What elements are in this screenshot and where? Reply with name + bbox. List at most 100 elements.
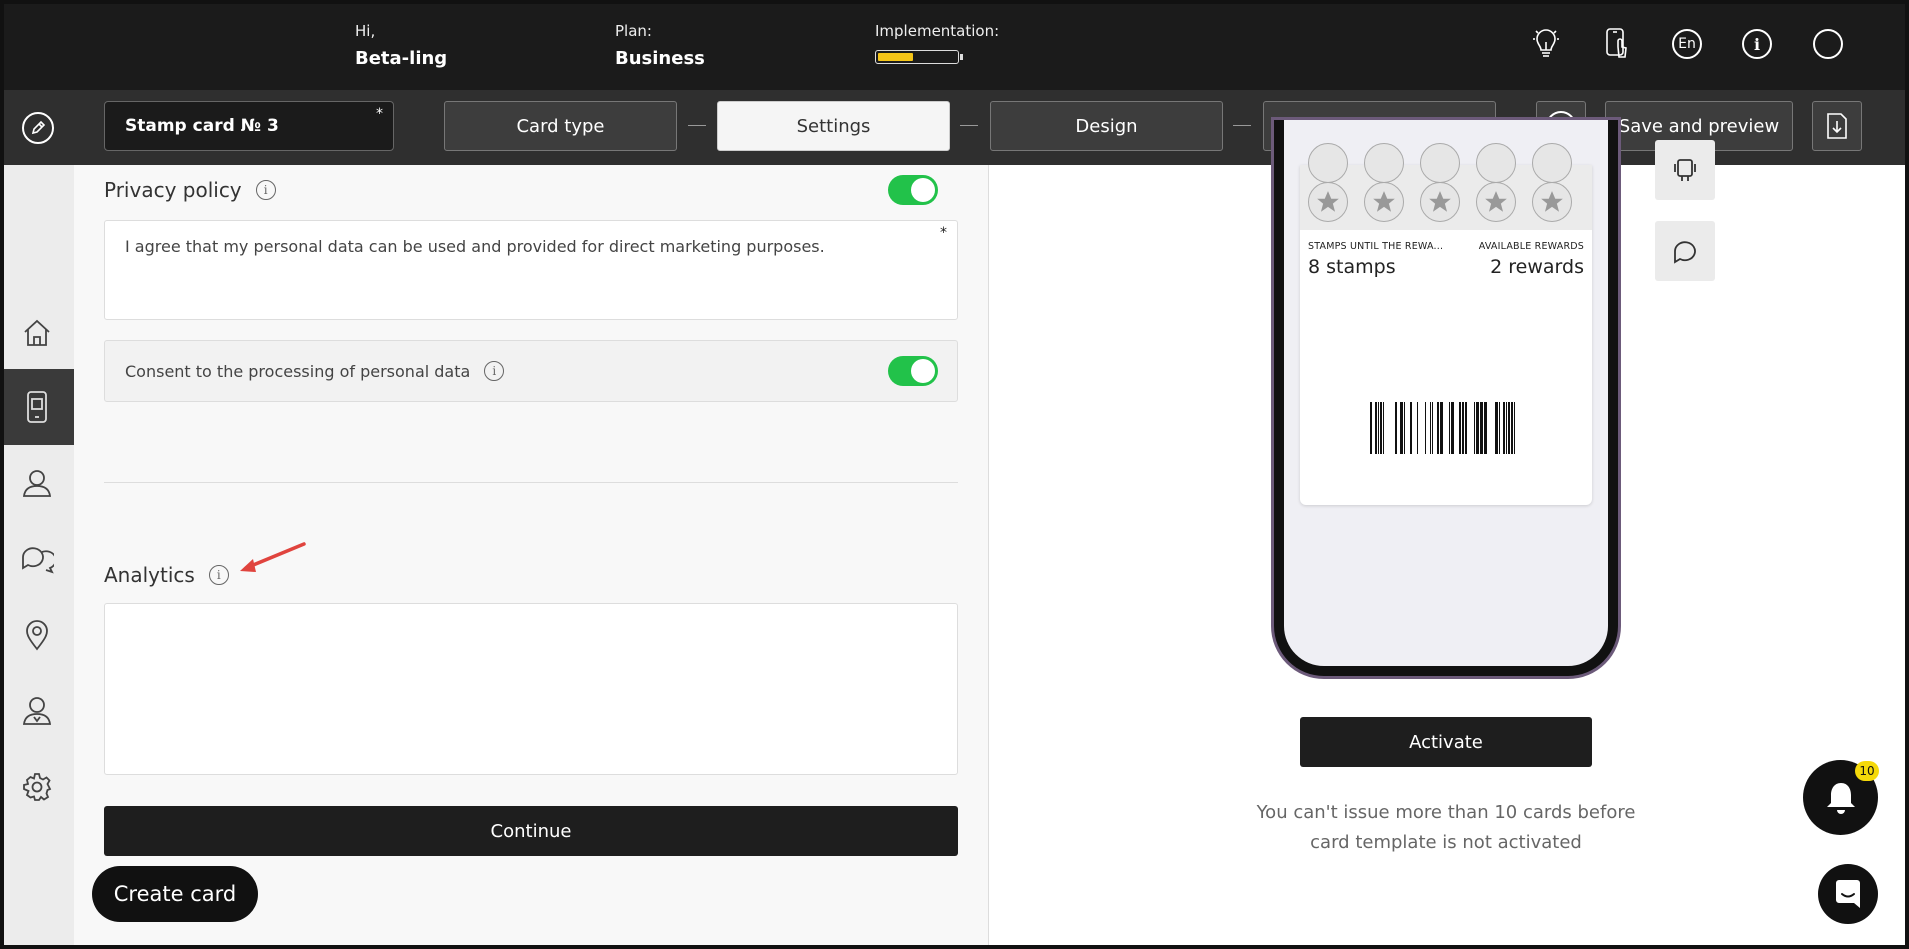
gear-icon xyxy=(23,773,52,801)
star-stamp-icon xyxy=(1532,182,1572,222)
barcode-bar xyxy=(1410,402,1412,454)
barcode-bar xyxy=(1514,402,1515,454)
step-card-type[interactable]: Card type xyxy=(444,101,677,151)
info-icon[interactable]: i xyxy=(255,180,276,200)
download-icon xyxy=(1827,113,1847,139)
mobile-card-icon xyxy=(27,391,47,423)
create-card-button[interactable]: Create card xyxy=(92,866,258,922)
profile-button[interactable] xyxy=(1812,28,1844,60)
user-badge-icon xyxy=(22,697,52,725)
activate-button[interactable]: Activate xyxy=(1300,717,1592,767)
download-button[interactable] xyxy=(1812,101,1862,151)
analytics-label: Analytics xyxy=(104,563,195,587)
barcode-bar xyxy=(1437,402,1439,454)
progress-tip xyxy=(960,54,963,60)
step-separator xyxy=(960,125,978,126)
sidebar-item-cards[interactable] xyxy=(0,369,74,445)
language-button[interactable]: En xyxy=(1671,28,1703,60)
barcode-bar xyxy=(1432,402,1433,454)
barcode-bar xyxy=(1440,402,1443,454)
home-icon xyxy=(24,319,50,346)
barcode-bar xyxy=(1511,402,1513,454)
barcode-bar xyxy=(1484,402,1487,454)
step-settings[interactable]: Settings xyxy=(717,101,950,151)
bell-icon xyxy=(1826,782,1855,814)
comment-preview-button[interactable] xyxy=(1655,221,1715,281)
privacy-policy-text: I agree that my personal data can be use… xyxy=(125,237,825,256)
barcode-bar xyxy=(1417,402,1418,454)
barcode-bar xyxy=(1378,402,1379,454)
barcode-bar xyxy=(1380,402,1382,454)
barcode-bar xyxy=(1395,402,1397,454)
barcode-bar xyxy=(1451,402,1454,454)
support-chat-button[interactable] xyxy=(1818,864,1878,924)
users-icon xyxy=(22,470,52,497)
phone-tap-icon[interactable] xyxy=(1601,28,1633,60)
sidebar-item-locations[interactable] xyxy=(0,597,74,673)
analytics-textarea[interactable] xyxy=(104,603,958,775)
top-header: Hi, Beta-ling Plan: Business Implementat… xyxy=(0,0,1909,90)
consent-label: Consent to the processing of personal da… xyxy=(125,361,471,381)
star-stamp-icon xyxy=(1308,182,1348,222)
star-stamp-icon xyxy=(1476,182,1516,222)
sidebar-item-clients[interactable] xyxy=(0,445,74,521)
section-divider xyxy=(104,482,958,483)
notification-count-badge: 10 xyxy=(1855,761,1879,781)
barcode-bar xyxy=(1430,402,1431,454)
privacy-policy-toggle[interactable] xyxy=(888,175,938,205)
barcode-bar xyxy=(1476,402,1479,454)
step-design[interactable]: Design xyxy=(990,101,1223,151)
barcode-bar xyxy=(1462,402,1464,454)
chat-bubbles-icon xyxy=(22,547,54,574)
info-icon[interactable]: i xyxy=(208,565,229,585)
sidebar-item-messages[interactable] xyxy=(0,521,74,597)
info-icon: i xyxy=(1742,29,1772,59)
barcode-bar xyxy=(1503,402,1505,454)
rewards-value: 2 rewards xyxy=(1490,256,1584,278)
language-label: En xyxy=(1672,29,1702,59)
left-sidebar xyxy=(0,165,74,949)
barcode xyxy=(1370,402,1515,454)
card-name-value: Stamp card № 3 xyxy=(125,116,279,136)
sidebar-item-managers[interactable] xyxy=(0,673,74,749)
star-stamp-icon xyxy=(1364,182,1404,222)
analytics-heading: Analytics i xyxy=(104,563,229,587)
plan-label: Plan: xyxy=(615,22,652,40)
android-preview-button[interactable] xyxy=(1655,140,1715,200)
implementation-progress-fill xyxy=(878,53,914,61)
consent-toggle[interactable] xyxy=(888,356,938,386)
edit-button[interactable] xyxy=(22,112,54,144)
card-name-input[interactable]: Stamp card № 3 * xyxy=(104,101,394,151)
implementation-progress-bar xyxy=(875,50,963,64)
stamp-slot xyxy=(1420,143,1460,183)
info-button[interactable]: i xyxy=(1741,28,1773,60)
step-separator xyxy=(688,125,706,126)
sidebar-item-home[interactable] xyxy=(0,295,74,371)
sidebar-item-settings[interactable] xyxy=(0,749,74,825)
user-name: Beta-ling xyxy=(355,48,448,69)
privacy-policy-heading: Privacy policy i xyxy=(104,178,276,202)
privacy-policy-textarea[interactable]: I agree that my personal data can be use… xyxy=(104,220,958,320)
barcode-bar xyxy=(1375,402,1377,454)
barcode-bar xyxy=(1480,402,1483,454)
continue-button[interactable]: Continue xyxy=(104,806,958,856)
plan: Plan: Business xyxy=(615,22,705,69)
barcode-bar xyxy=(1449,402,1450,454)
info-icon[interactable]: i xyxy=(484,361,505,381)
stamp-grid xyxy=(1300,143,1592,230)
greeting-label: Hi, xyxy=(355,22,376,40)
barcode-bar xyxy=(1370,402,1372,454)
implementation-label: Implementation: xyxy=(875,22,1000,40)
stamps-value: 8 stamps xyxy=(1308,256,1396,278)
barcode-bar xyxy=(1474,402,1475,454)
barcode-bar xyxy=(1495,402,1498,454)
lightbulb-icon[interactable] xyxy=(1530,28,1562,60)
pass-preview: STAMPS UNTIL THE REWA... 8 stamps AVAILA… xyxy=(1300,143,1592,505)
barcode-bar xyxy=(1499,402,1500,454)
annotation-arrow-icon xyxy=(240,542,306,572)
plan-value: Business xyxy=(615,48,705,69)
privacy-policy-label: Privacy policy xyxy=(104,178,242,202)
step-separator xyxy=(1233,125,1251,126)
avatar-circle-icon xyxy=(1813,29,1843,59)
required-marker: * xyxy=(940,225,947,241)
